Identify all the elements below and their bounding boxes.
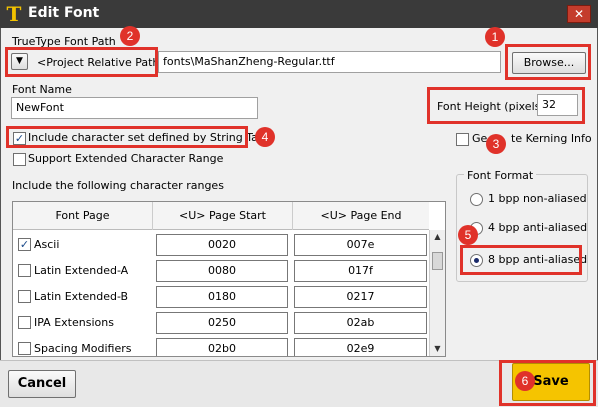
path-type-select[interactable]: <Project Relative Path> [37, 56, 169, 69]
scroll-thumb[interactable] [432, 252, 443, 270]
font-page-name: IPA Extensions [34, 316, 114, 329]
character-ranges-table: Font Page <U> Page Start <U> Page End ✓ … [12, 201, 446, 357]
kerning-checkbox[interactable] [456, 133, 469, 146]
table-header: Font Page <U> Page Start <U> Page End [13, 202, 429, 230]
row-checkbox[interactable] [18, 342, 31, 355]
footer-bar [0, 360, 598, 407]
page-end-input[interactable]: 02e9 [294, 338, 427, 356]
font-path-input[interactable]: fonts\MaShanZheng-Regular.ttf [158, 51, 501, 73]
window-title: Edit Font [28, 5, 100, 21]
extended-range-checkbox[interactable] [13, 153, 26, 166]
row-checkbox[interactable]: ✓ [18, 238, 31, 251]
row-checkbox[interactable] [18, 316, 31, 329]
page-start-input[interactable]: 0080 [156, 260, 288, 282]
annotation-badge-1: 1 [485, 27, 505, 47]
font-page-name: Latin Extended-B [34, 290, 129, 303]
kerning-label-end: te Kerning Info [511, 132, 592, 145]
table-row: Latin Extended-A 0080 017f [13, 258, 429, 284]
row-checkbox[interactable] [18, 264, 31, 277]
column-font-page[interactable]: Font Page [13, 202, 153, 230]
page-start-input[interactable]: 0180 [156, 286, 288, 308]
font-name-label: Font Name [12, 83, 72, 96]
page-end-input[interactable]: 0217 [294, 286, 427, 308]
format-8bpp-label: 8 bpp anti-aliased [488, 253, 588, 266]
table-row: Spacing Modifiers 02b0 02e9 [13, 336, 429, 356]
format-1bpp-radio[interactable] [470, 193, 483, 206]
font-format-label: Font Format [464, 169, 537, 182]
table-row: IPA Extensions 0250 02ab [13, 310, 429, 336]
title-bar: T Edit Font ✕ [0, 0, 598, 28]
close-button[interactable]: ✕ [567, 5, 591, 23]
annotation-badge-6: 6 [515, 371, 535, 391]
column-page-start[interactable]: <U> Page Start [153, 202, 293, 230]
page-end-input[interactable]: 017f [294, 260, 427, 282]
app-logo-icon: T [6, 2, 22, 26]
font-page-name: Latin Extended-A [34, 264, 129, 277]
page-end-input[interactable]: 02ab [294, 312, 427, 334]
table-scrollbar[interactable]: ▲ ▼ [429, 230, 445, 356]
annotation-badge-4: 4 [255, 127, 275, 147]
include-string-table-checkbox[interactable]: ✓ [13, 132, 26, 145]
scroll-down-icon[interactable]: ▼ [430, 342, 445, 356]
page-start-input[interactable]: 0250 [156, 312, 288, 334]
font-height-label: Font Height (pixels) [437, 100, 545, 113]
format-4bpp-label: 4 bpp anti-aliased [488, 221, 588, 234]
cancel-button[interactable]: Cancel [8, 370, 76, 398]
ranges-label: Include the following character ranges [12, 179, 224, 192]
font-page-name: Ascii [34, 238, 60, 251]
format-1bpp-label: 1 bpp non-aliased [488, 192, 587, 205]
chevron-down-icon: ▼ [16, 56, 23, 66]
row-checkbox[interactable] [18, 290, 31, 303]
path-type-dropdown-button[interactable]: ▼ [11, 53, 28, 70]
font-name-input[interactable]: NewFont [11, 97, 258, 119]
kerning-label-start: Ge [472, 132, 488, 145]
font-path-label: TrueType Font Path [12, 35, 116, 48]
page-start-input[interactable]: 02b0 [156, 338, 288, 356]
extended-range-label: Support Extended Character Range [28, 152, 224, 165]
include-string-table-label: Include character set defined by String … [28, 131, 275, 144]
format-8bpp-radio[interactable] [470, 254, 483, 267]
browse-button[interactable]: Browse... [512, 52, 586, 74]
page-start-input[interactable]: 0020 [156, 234, 288, 256]
table-row: ✓ Ascii 0020 007e [13, 232, 429, 258]
annotation-badge-3: 3 [486, 134, 506, 154]
scroll-up-icon[interactable]: ▲ [430, 230, 445, 244]
annotation-badge-2: 2 [120, 26, 140, 46]
table-row: Latin Extended-B 0180 0217 [13, 284, 429, 310]
column-page-end[interactable]: <U> Page End [293, 202, 429, 230]
page-end-input[interactable]: 007e [294, 234, 427, 256]
font-page-name: Spacing Modifiers [34, 342, 132, 355]
annotation-badge-5: 5 [458, 225, 478, 245]
font-height-input[interactable]: 32 [537, 94, 578, 116]
